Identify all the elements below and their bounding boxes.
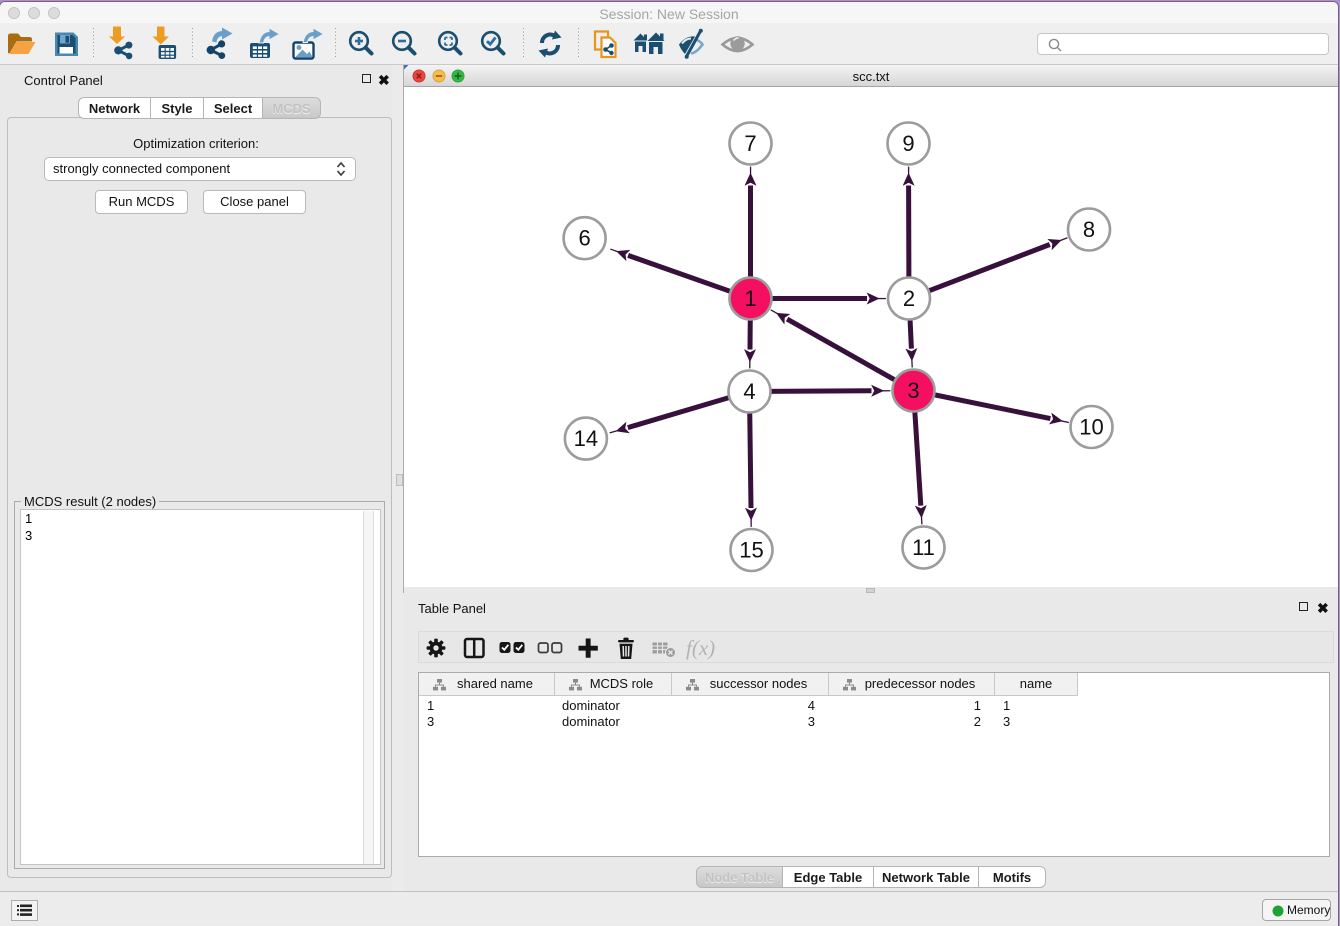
svg-text:2: 2 — [903, 286, 915, 311]
svg-text:14: 14 — [574, 426, 598, 451]
svg-text:9: 9 — [902, 131, 914, 156]
svg-text:15: 15 — [739, 538, 763, 563]
svg-text:4: 4 — [743, 379, 755, 404]
svg-text:1: 1 — [744, 286, 756, 311]
svg-text:10: 10 — [1079, 415, 1103, 440]
svg-text:6: 6 — [578, 226, 590, 251]
svg-text:f(x): f(x) — [686, 636, 715, 660]
svg-text:11: 11 — [912, 535, 935, 560]
svg-text:7: 7 — [744, 131, 756, 156]
svg-text:3: 3 — [907, 378, 919, 403]
svg-text:8: 8 — [1083, 217, 1095, 242]
